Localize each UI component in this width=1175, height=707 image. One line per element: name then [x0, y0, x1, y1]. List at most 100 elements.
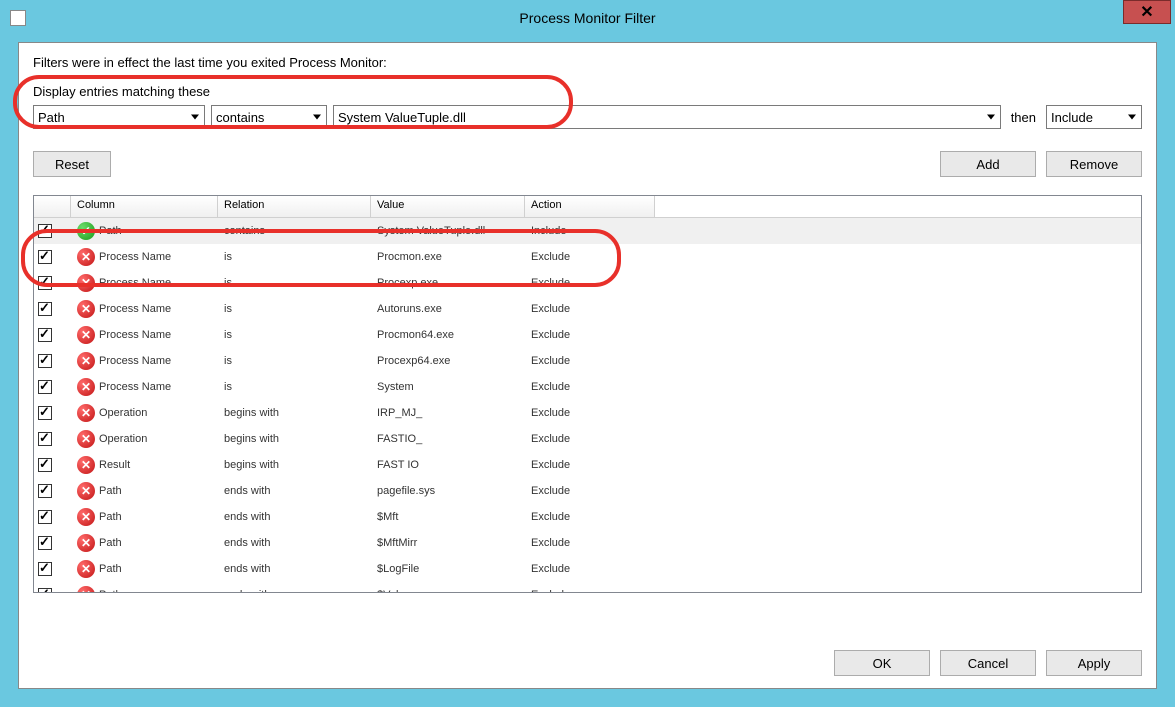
exclude-icon — [77, 352, 95, 370]
exclude-icon — [77, 560, 95, 578]
table-row[interactable]: Resultbegins withFAST IOExclude — [34, 452, 1141, 478]
exclude-icon — [77, 248, 95, 266]
row-checkbox[interactable] — [38, 354, 52, 368]
header-checkbox[interactable] — [34, 196, 71, 217]
row-checkbox[interactable] — [38, 380, 52, 394]
table-row[interactable]: Process NameisProcmon.exeExclude — [34, 244, 1141, 270]
row-column-cell: Process Name — [71, 248, 218, 266]
value-input-value: System ValueTuple.dll — [338, 110, 466, 125]
list-body[interactable]: PathcontainsSystem ValueTuple.dllInclude… — [34, 218, 1141, 592]
table-row[interactable]: Process NameisProcmon64.exeExclude — [34, 322, 1141, 348]
header-action[interactable]: Action — [525, 196, 655, 217]
row-checkbox-cell — [34, 250, 71, 264]
table-row[interactable]: PathcontainsSystem ValueTuple.dllInclude — [34, 218, 1141, 244]
row-checkbox[interactable] — [38, 536, 52, 550]
row-checkbox[interactable] — [38, 484, 52, 498]
reset-button[interactable]: Reset — [33, 151, 111, 177]
row-checkbox[interactable] — [38, 458, 52, 472]
row-checkbox[interactable] — [38, 302, 52, 316]
table-row[interactable]: Operation begins withFASTIO_Exclude — [34, 426, 1141, 452]
row-column-cell: Result — [71, 456, 218, 474]
row-value-cell: $Mft — [371, 511, 525, 523]
row-relation-cell: ends with — [218, 589, 371, 592]
table-row[interactable]: Process NameisProcexp.exeExclude — [34, 270, 1141, 296]
column-select[interactable]: Path — [33, 105, 205, 129]
row-relation-cell: ends with — [218, 537, 371, 549]
row-checkbox-cell — [34, 380, 71, 394]
row-column-cell: Path — [71, 560, 218, 578]
table-row[interactable]: Process NameisAutoruns.exeExclude — [34, 296, 1141, 322]
row-checkbox[interactable] — [38, 406, 52, 420]
row-action-cell: Exclude — [525, 407, 655, 419]
table-row[interactable]: Pathends with$VolumeExclude — [34, 582, 1141, 592]
table-row[interactable]: Operationbegins withIRP_MJ_Exclude — [34, 400, 1141, 426]
row-checkbox[interactable] — [38, 224, 52, 238]
exclude-icon — [77, 586, 95, 592]
row-relation-cell: is — [218, 381, 371, 393]
row-column-text: Process Name — [99, 329, 171, 341]
row-value-cell: $LogFile — [371, 563, 525, 575]
apply-button[interactable]: Apply — [1046, 650, 1142, 676]
row-column-cell: Path — [71, 534, 218, 552]
row-action-cell: Include — [525, 225, 655, 237]
row-action-cell: Exclude — [525, 485, 655, 497]
row-checkbox[interactable] — [38, 588, 52, 592]
row-checkbox[interactable] — [38, 250, 52, 264]
row-checkbox[interactable] — [38, 562, 52, 576]
window-title: Process Monitor Filter — [4, 10, 1171, 26]
row-checkbox-cell — [34, 302, 71, 316]
exclude-icon — [77, 482, 95, 500]
table-row[interactable]: Process NameisProcexp64.exeExclude — [34, 348, 1141, 374]
table-row[interactable]: Pathends with$MftExclude — [34, 504, 1141, 530]
row-column-text: Process Name — [99, 277, 171, 289]
row-checkbox[interactable] — [38, 432, 52, 446]
header-relation[interactable]: Relation — [218, 196, 371, 217]
row-checkbox-cell — [34, 354, 71, 368]
exclude-icon — [77, 456, 95, 474]
cancel-button[interactable]: Cancel — [940, 650, 1036, 676]
row-relation-cell: is — [218, 251, 371, 263]
close-icon: ✕ — [1140, 2, 1153, 22]
relation-select[interactable]: contains — [211, 105, 327, 129]
exclude-icon — [77, 534, 95, 552]
list-header: Column Relation Value Action — [34, 196, 1141, 218]
header-value[interactable]: Value — [371, 196, 525, 217]
table-row[interactable]: Process NameisSystemExclude — [34, 374, 1141, 400]
footer-buttons: OK Cancel Apply — [834, 650, 1142, 676]
add-button[interactable]: Add — [940, 151, 1036, 177]
row-checkbox[interactable] — [38, 276, 52, 290]
ok-button[interactable]: OK — [834, 650, 930, 676]
row-value-cell: System — [371, 381, 525, 393]
row-column-text: Operation — [99, 433, 147, 445]
exclude-icon — [77, 378, 95, 396]
remove-button[interactable]: Remove — [1046, 151, 1142, 177]
close-button[interactable]: ✕ — [1123, 0, 1171, 24]
row-value-cell: Procmon64.exe — [371, 329, 525, 341]
row-relation-cell: begins with — [218, 433, 371, 445]
row-checkbox[interactable] — [38, 328, 52, 342]
row-value-cell: System ValueTuple.dll — [371, 225, 525, 237]
row-relation-cell: begins with — [218, 459, 371, 471]
row-action-cell: Exclude — [525, 433, 655, 445]
table-row[interactable]: Pathends with$MftMirrExclude — [34, 530, 1141, 556]
action-select[interactable]: Include — [1046, 105, 1142, 129]
row-column-cell: Operation — [71, 404, 218, 422]
table-row[interactable]: Pathends withpagefile.sysExclude — [34, 478, 1141, 504]
row-relation-cell: ends with — [218, 485, 371, 497]
row-checkbox-cell — [34, 484, 71, 498]
row-value-cell: FASTIO_ — [371, 433, 525, 445]
row-checkbox-cell — [34, 510, 71, 524]
row-action-cell: Exclude — [525, 355, 655, 367]
row-column-cell: Path — [71, 222, 218, 240]
exclude-icon — [77, 326, 95, 344]
dialog-window: Process Monitor Filter ✕ Filters were in… — [0, 0, 1175, 707]
exclude-icon — [77, 274, 95, 292]
row-checkbox[interactable] — [38, 510, 52, 524]
relation-select-value: contains — [216, 110, 264, 125]
table-row[interactable]: Pathends with$LogFileExclude — [34, 556, 1141, 582]
row-value-cell: IRP_MJ_ — [371, 407, 525, 419]
row-relation-cell: is — [218, 277, 371, 289]
header-column[interactable]: Column — [71, 196, 218, 217]
row-column-text: Process Name — [99, 303, 171, 315]
value-input[interactable]: System ValueTuple.dll — [333, 105, 1001, 129]
